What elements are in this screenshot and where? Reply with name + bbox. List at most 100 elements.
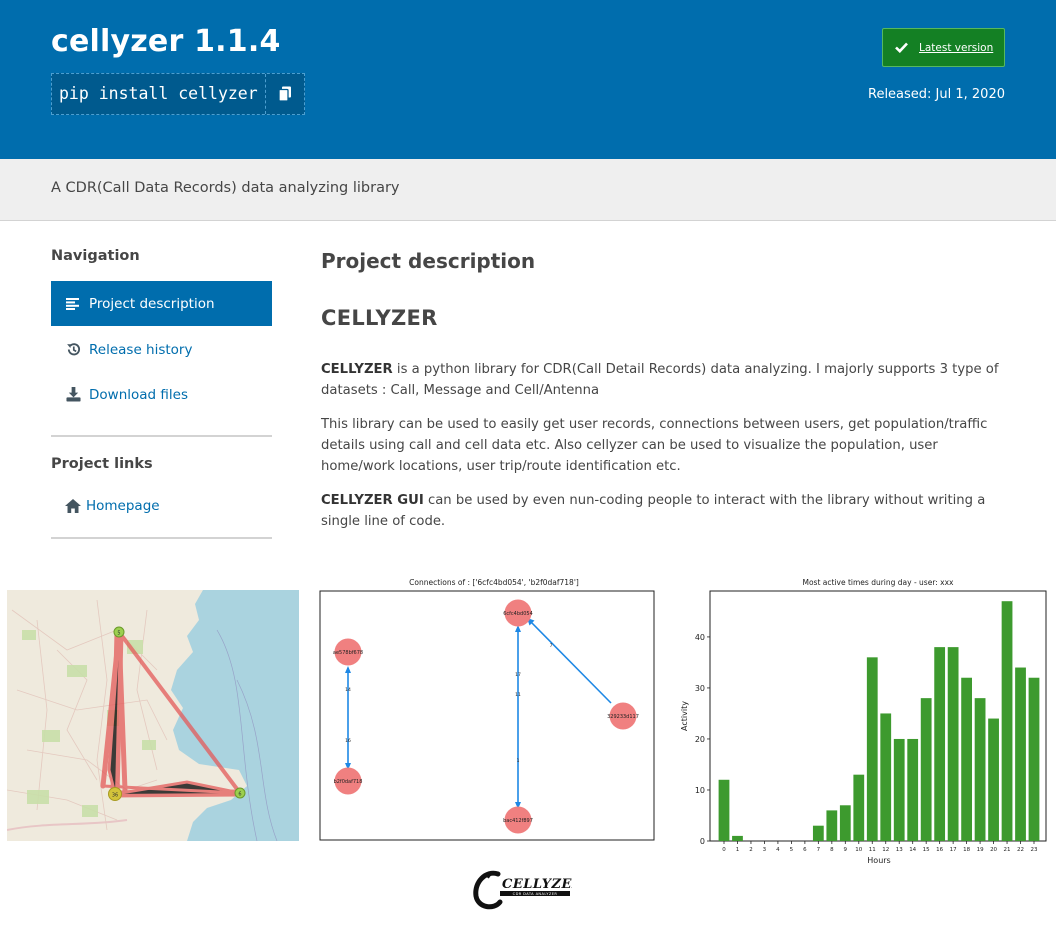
logo-tagline: CDR DATA ANALYZER bbox=[513, 892, 558, 896]
copy-icon bbox=[278, 86, 291, 102]
x-tick-label: 14 bbox=[909, 847, 916, 853]
package-summary-bar: A CDR(Call Data Records) data analyzing … bbox=[0, 159, 1056, 221]
home-icon bbox=[65, 498, 81, 514]
graph-edge-label: 11 bbox=[515, 692, 521, 698]
readme-title: CELLYZER bbox=[321, 306, 438, 330]
latest-version-badge[interactable]: Latest version bbox=[882, 28, 1005, 67]
connections-graph-figure: Connections of : ['6cfc4bd054', 'b2f0daf… bbox=[318, 575, 658, 842]
graph-node-label: 6cfc4bd054 bbox=[503, 611, 533, 617]
y-tick-label: 10 bbox=[695, 786, 705, 795]
y-tick-label: 40 bbox=[695, 633, 705, 642]
bar-hour-1 bbox=[732, 835, 743, 841]
section-heading: Project description bbox=[321, 249, 536, 273]
readme-paragraph-2: This library can be used to easily get u… bbox=[321, 417, 988, 474]
x-tick-label: 20 bbox=[990, 847, 997, 853]
package-header: cellyzer 1.1.4 pip install cellyzer Late… bbox=[0, 0, 1056, 159]
x-tick-label: 23 bbox=[1031, 847, 1038, 853]
x-tick-label: 6 bbox=[803, 847, 807, 853]
bar-hour-23 bbox=[1028, 677, 1040, 841]
bar-hour-12 bbox=[880, 713, 892, 841]
graph-node-label: b2f0daf718 bbox=[334, 779, 363, 785]
strong-text: CELLYZER bbox=[321, 362, 393, 377]
nav-item-release-history[interactable]: Release history bbox=[51, 327, 272, 372]
x-tick-label: 10 bbox=[855, 847, 862, 853]
navigation-heading: Navigation bbox=[51, 248, 140, 264]
x-tick-label: 16 bbox=[936, 847, 943, 853]
graph-title: Connections of : ['6cfc4bd054', 'b2f0daf… bbox=[409, 578, 579, 587]
graph-node-label: 329233d117 bbox=[607, 714, 639, 720]
x-tick-label: 0 bbox=[722, 847, 726, 853]
package-title: cellyzer 1.1.4 bbox=[51, 24, 281, 59]
check-icon bbox=[883, 42, 919, 53]
x-tick-label: 4 bbox=[776, 847, 780, 853]
copy-button[interactable] bbox=[266, 74, 304, 114]
nav-item-label: Project description bbox=[89, 295, 215, 312]
map-image: 5 36 6 bbox=[6, 590, 299, 842]
cellyzer-logo-icon: CELLYZER CDR DATA ANALYZER bbox=[473, 870, 583, 910]
bar-hour-10 bbox=[853, 774, 865, 841]
bar-hour-16 bbox=[934, 647, 946, 841]
x-tick-label: 11 bbox=[869, 847, 876, 853]
map-marker-label: 36 bbox=[112, 793, 118, 799]
bar-hour-15 bbox=[920, 698, 932, 841]
x-tick-label: 8 bbox=[830, 847, 834, 853]
map-marker-label: 6 bbox=[238, 792, 241, 798]
x-tick-label: 5 bbox=[790, 847, 794, 853]
nav-item-label: Download files bbox=[89, 386, 188, 403]
project-links-heading: Project links bbox=[51, 456, 153, 472]
y-axis-label: Activity bbox=[680, 701, 689, 731]
bar-hour-8 bbox=[826, 810, 838, 841]
x-axis-label: Hours bbox=[867, 856, 890, 865]
graph-edge-label: 7 bbox=[550, 643, 553, 649]
align-left-icon bbox=[65, 296, 81, 312]
x-tick-label: 22 bbox=[1017, 847, 1024, 853]
graph-node-label: ae578bf678 bbox=[333, 650, 363, 656]
x-tick-label: 21 bbox=[1004, 847, 1011, 853]
release-date: Released: Jul 1, 2020 bbox=[868, 87, 1005, 102]
y-tick-label: 30 bbox=[695, 684, 705, 693]
latest-version-link[interactable]: Latest version bbox=[919, 42, 993, 54]
x-tick-label: 2 bbox=[749, 847, 753, 853]
nav-item-project-description[interactable]: Project description bbox=[51, 281, 272, 326]
x-tick-label: 12 bbox=[882, 847, 889, 853]
x-tick-label: 19 bbox=[977, 847, 984, 853]
graph-edge-label: 17 bbox=[515, 672, 521, 678]
strong-text: CELLYZER GUI bbox=[321, 493, 424, 508]
x-tick-label: 15 bbox=[923, 847, 930, 853]
readme-paragraph-1: CELLYZER is a python library for CDR(Cal… bbox=[321, 359, 1006, 401]
x-tick-label: 17 bbox=[950, 847, 957, 853]
bar-hour-21 bbox=[1001, 601, 1013, 841]
bar-hour-14 bbox=[907, 738, 919, 841]
bar-hour-22 bbox=[1015, 667, 1026, 841]
x-tick-label: 3 bbox=[763, 847, 767, 853]
cellyzer-logo: CELLYZER CDR DATA ANALYZER bbox=[472, 868, 583, 910]
nav-item-download-files[interactable]: Download files bbox=[51, 372, 272, 417]
bar-hour-19 bbox=[974, 698, 986, 841]
readme-paragraph-3: CELLYZER GUI can be used by even nun-cod… bbox=[321, 490, 1006, 532]
link-homepage[interactable]: Homepage bbox=[51, 483, 272, 528]
bar-hour-11 bbox=[866, 657, 878, 841]
graph-node-label: bac412f897 bbox=[503, 818, 533, 824]
graph-edge-label: 1 bbox=[517, 758, 520, 764]
bar-hour-7 bbox=[812, 825, 824, 841]
y-tick-label: 20 bbox=[695, 735, 705, 744]
bar-hour-9 bbox=[839, 805, 851, 841]
map-marker-label: 5 bbox=[117, 631, 120, 637]
chart-title: Most active times during day - user: xxx bbox=[802, 578, 954, 587]
x-tick-label: 9 bbox=[844, 847, 848, 853]
bar-hour-0 bbox=[718, 779, 730, 841]
bar-hour-13 bbox=[893, 738, 905, 841]
logo-text: CELLYZER bbox=[502, 877, 572, 892]
sidebar-divider bbox=[51, 435, 272, 437]
pip-command[interactable]: pip install cellyzer bbox=[52, 74, 266, 114]
x-tick-label: 18 bbox=[963, 847, 970, 853]
graph-edge-label: 16 bbox=[345, 738, 351, 744]
history-icon bbox=[65, 342, 81, 358]
bar-hour-18 bbox=[961, 677, 972, 841]
activity-bar-chart: Most active times during day - user: xxx… bbox=[678, 575, 1050, 870]
x-tick-label: 7 bbox=[817, 847, 821, 853]
y-tick-label: 0 bbox=[700, 837, 705, 846]
bar-hour-20 bbox=[988, 718, 999, 841]
pip-command-box: pip install cellyzer bbox=[51, 73, 305, 115]
graph-edge-label: 14 bbox=[345, 687, 351, 693]
